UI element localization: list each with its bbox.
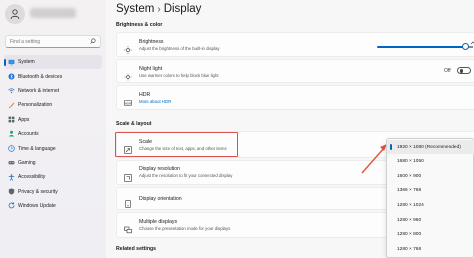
- brush-icon: [8, 102, 15, 109]
- breadcrumb-parent[interactable]: System: [116, 3, 154, 15]
- sidebar-item-time-language[interactable]: Time & language: [4, 141, 102, 155]
- bluetooth-icon: [8, 73, 15, 80]
- sidebar-item-label: Personalization: [18, 102, 53, 109]
- shield-icon: [8, 188, 15, 195]
- apps-icon: [8, 116, 15, 123]
- chevron-up-icon[interactable]: [470, 40, 474, 48]
- resolution-option[interactable]: 1680 × 1050: [387, 155, 474, 169]
- resolution-option[interactable]: 1280 × 800: [387, 228, 474, 242]
- sidebar-item-personalization[interactable]: Personalization: [4, 98, 102, 112]
- hdr-more-link[interactable]: More about HDR: [139, 99, 171, 104]
- hdr-icon: HDR: [124, 94, 132, 106]
- sidebar-item-label: Accounts: [18, 131, 39, 138]
- night-light-subtitle: Use warmer colors to help block blue lig…: [139, 73, 219, 78]
- sidebar-item-system[interactable]: System: [4, 55, 102, 70]
- section-title-brightness-color: Brightness & color: [116, 22, 163, 28]
- resolution-dropdown[interactable]: 1920 × 1080 (Recommended) 1680 × 1050 1600…: [386, 138, 474, 258]
- section-title-scale-layout: Scale & layout: [116, 121, 152, 127]
- sidebar-item-label: Accessibility: [18, 174, 46, 181]
- resolution-option[interactable]: 1600 × 900: [387, 169, 474, 183]
- breadcrumb: System › Display: [116, 3, 201, 15]
- hdr-card[interactable]: HDR HDR More about HDR: [116, 85, 474, 110]
- resolution-option[interactable]: 1366 × 768: [387, 184, 474, 198]
- gamepad-icon: [8, 159, 15, 166]
- resolution-icon: [124, 169, 132, 182]
- page-title: Display: [163, 3, 202, 15]
- sidebar-item-privacy[interactable]: Privacy & security: [4, 185, 102, 199]
- sidebar-item-accessibility[interactable]: Accessibility: [4, 170, 102, 184]
- sidebar: Find a setting System Bluetooth & device…: [0, 0, 106, 258]
- hdr-title: HDR: [139, 92, 151, 98]
- resolution-title: Display resolution: [139, 166, 180, 172]
- multiple-displays-subtitle: Choose the presentation mode for your di…: [139, 226, 231, 231]
- sidebar-item-label: System: [18, 59, 35, 66]
- search-icon: [90, 38, 96, 46]
- sidebar-item-label: Time & language: [18, 145, 56, 152]
- brightness-title: Brightness: [139, 39, 164, 45]
- night-light-toggle[interactable]: [457, 67, 471, 74]
- sidebar-nav: System Bluetooth & devices Network & int…: [4, 55, 102, 213]
- sidebar-item-label: Network & internet: [18, 87, 60, 94]
- multiple-displays-title: Multiple displays: [139, 219, 178, 225]
- brightness-subtitle: Adjust the brightness of the built-in di…: [139, 46, 220, 51]
- resolution-option[interactable]: 1280 × 768: [387, 242, 474, 256]
- resolution-option[interactable]: 1280 × 1024: [387, 198, 474, 212]
- user-name-blurred: [30, 8, 76, 18]
- sidebar-item-label: Apps: [18, 116, 30, 123]
- sidebar-item-label: Bluetooth & devices: [18, 73, 63, 80]
- sidebar-item-label: Gaming: [18, 159, 36, 166]
- avatar[interactable]: [5, 4, 25, 24]
- scale-highlight-box: [115, 132, 238, 157]
- resolution-option[interactable]: 1920 × 1080 (Recommended): [387, 140, 474, 154]
- globe-clock-icon: [8, 145, 15, 152]
- night-light-title: Night light: [139, 66, 163, 72]
- sidebar-item-gaming[interactable]: Gaming: [4, 156, 102, 170]
- search-input[interactable]: Find a setting: [5, 35, 101, 48]
- night-light-icon: [124, 68, 132, 81]
- resolution-option[interactable]: 1280 × 960: [387, 213, 474, 227]
- update-icon: [8, 202, 15, 209]
- sidebar-item-accounts[interactable]: Accounts: [4, 127, 102, 141]
- accessibility-icon: [8, 173, 15, 181]
- night-light-toggle-label: Off: [444, 68, 451, 74]
- search-placeholder: Find a setting: [10, 39, 41, 45]
- wifi-icon: [8, 87, 15, 94]
- orientation-icon: [124, 195, 132, 208]
- brightness-card[interactable]: Brightness Adjust the brightness of the …: [116, 32, 474, 57]
- brightness-slider-fill: [377, 46, 465, 48]
- resolution-subtitle: Adjust the resolution to fit your connec…: [139, 173, 233, 178]
- person-icon: [8, 130, 15, 137]
- sidebar-item-network[interactable]: Network & internet: [4, 84, 102, 98]
- svg-text:HDR: HDR: [125, 101, 131, 105]
- section-title-related: Related settings: [116, 246, 157, 252]
- sun-icon: [124, 41, 132, 54]
- person-icon: [10, 9, 20, 20]
- orientation-title: Display orientation: [139, 196, 182, 202]
- breadcrumb-separator: ›: [157, 4, 161, 15]
- brightness-slider-thumb[interactable]: [462, 43, 469, 50]
- sidebar-item-bluetooth[interactable]: Bluetooth & devices: [4, 69, 102, 83]
- sidebar-item-apps[interactable]: Apps: [4, 113, 102, 127]
- night-light-card[interactable]: Night light Use warmer colors to help bl…: [116, 59, 474, 83]
- multiple-displays-icon: [124, 221, 132, 234]
- sidebar-item-windows-update[interactable]: Windows Update: [4, 199, 102, 213]
- monitor-icon: [8, 59, 15, 66]
- sidebar-item-label: Privacy & security: [18, 188, 58, 195]
- sidebar-item-label: Windows Update: [18, 203, 56, 210]
